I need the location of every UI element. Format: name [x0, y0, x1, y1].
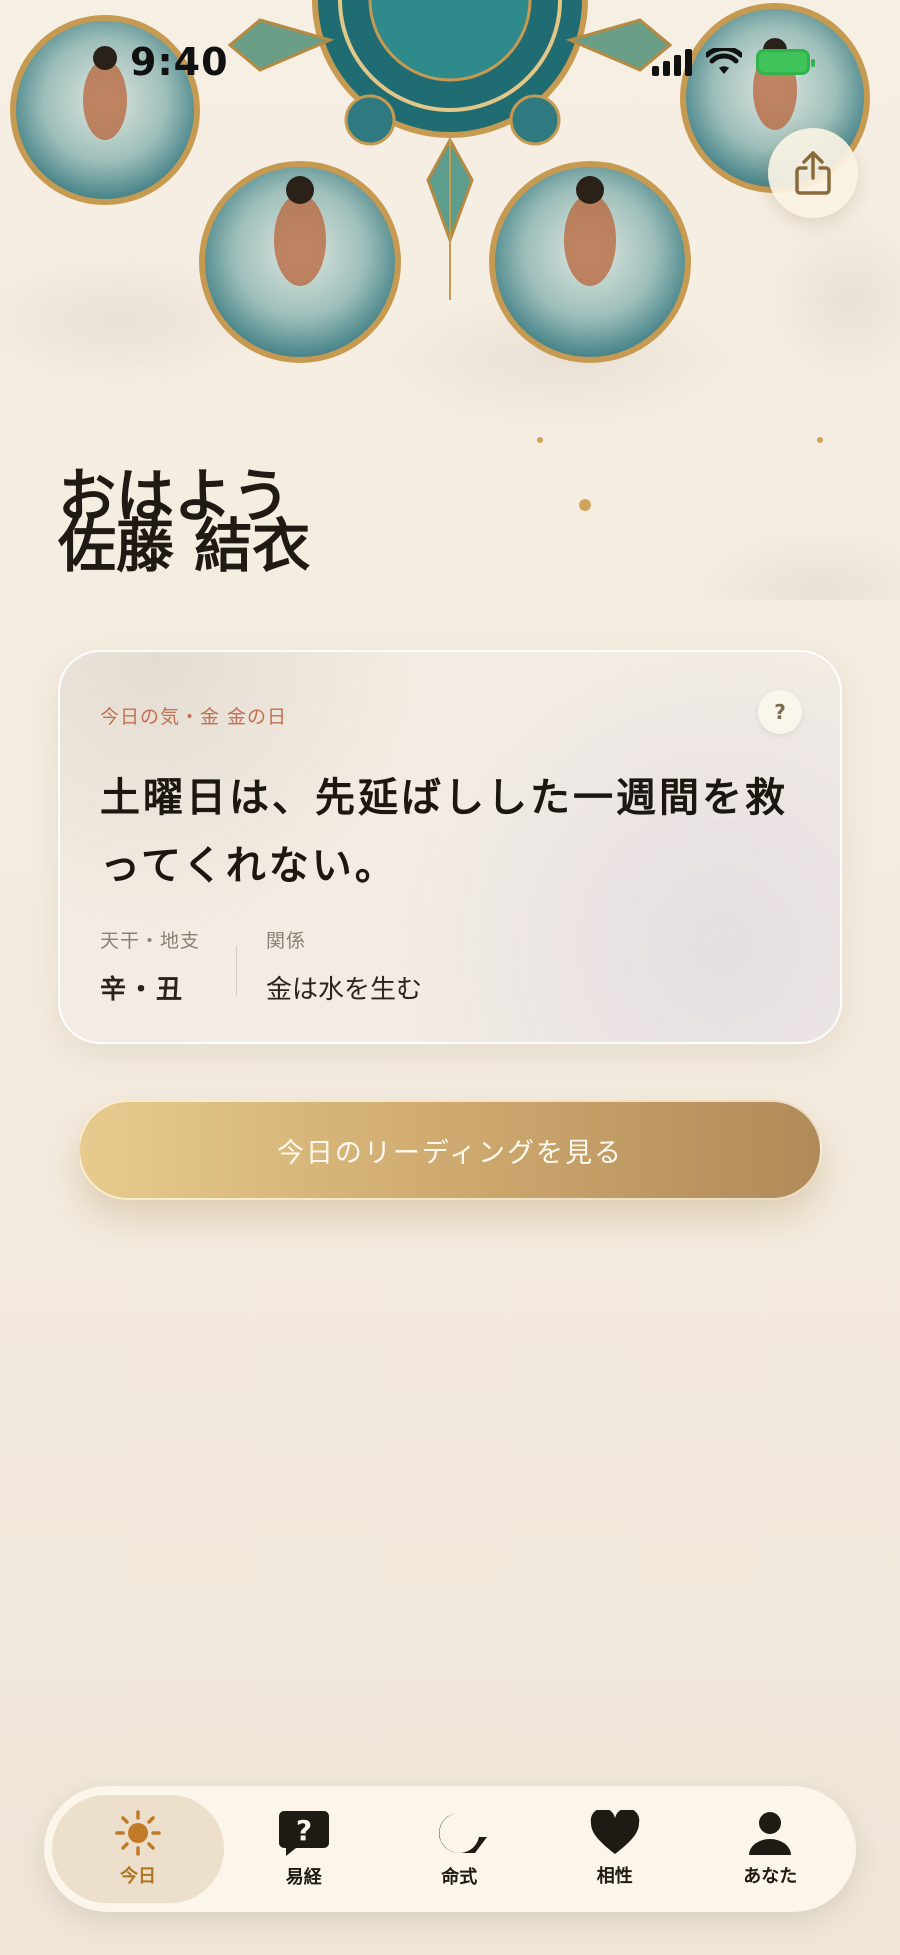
heart-icon [590, 1810, 640, 1854]
greeting-user-name: 佐藤 結衣 [58, 512, 311, 580]
share-icon [795, 151, 831, 195]
stem-branch-info: 天干・地支 辛・丑 [100, 926, 200, 1006]
tab-bar: 今日 ? 易経 命式 相性 あなた [44, 1786, 856, 1912]
tab-label-today: 今日 [120, 1866, 156, 1887]
daily-energy-card[interactable]: 今日の気・金 金の日 ? 土曜日は、先延ばしした一週間を救ってくれない。 天干・… [58, 650, 842, 1044]
tab-label-iching: 易経 [285, 1867, 322, 1888]
tab-iching[interactable]: ? 易経 [226, 1795, 382, 1903]
relation-info: 関係 金は水を生む [266, 926, 422, 1006]
relation-value: 金は水を生む [266, 975, 423, 1005]
cellular-signal-icon [652, 48, 692, 76]
stem-branch-label: 天干・地支 [100, 930, 201, 952]
question-bubble-icon: ? [278, 1811, 329, 1856]
tab-label-you: あなた [743, 1866, 798, 1887]
relation-label: 関係 [266, 930, 307, 952]
tab-label-compatibility: 相性 [596, 1866, 633, 1887]
tab-compatibility[interactable]: 相性 [537, 1795, 693, 1903]
tab-label-chart: 命式 [441, 1867, 478, 1888]
status-icons [652, 48, 815, 76]
person-icon [749, 1812, 792, 1855]
greeting: おはよう 佐藤 結衣 [58, 467, 311, 580]
view-reading-button[interactable]: 今日のリーディングを見る [78, 1100, 822, 1200]
stem-branch-value: 辛・丑 [100, 975, 185, 1005]
help-button[interactable]: ? [758, 690, 802, 734]
meta-divider [236, 946, 237, 996]
status-time: 9:40 [130, 40, 229, 84]
daily-message: 土曜日は、先延ばしした一週間を救ってくれない。 [100, 774, 788, 889]
battery-icon [756, 49, 815, 75]
daily-energy-tag: 今日の気・金 金の日 [100, 706, 288, 728]
status-bar: 9:40 [0, 0, 900, 130]
tab-you[interactable]: あなた [693, 1795, 849, 1903]
share-button[interactable] [768, 128, 858, 218]
sun-icon [115, 1810, 161, 1856]
tab-today[interactable]: 今日 [52, 1795, 224, 1903]
tab-chart[interactable]: 命式 [382, 1795, 538, 1903]
nautilus-icon [439, 1813, 488, 1853]
wifi-icon [706, 48, 742, 74]
svg-text:?: ? [296, 1814, 312, 1847]
